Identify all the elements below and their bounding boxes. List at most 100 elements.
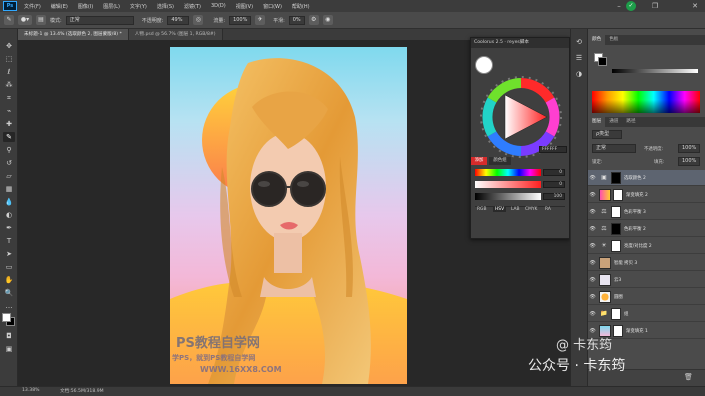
layer-mask-thumbnail[interactable]: [611, 171, 621, 184]
airbrush-icon[interactable]: ✈: [255, 15, 266, 25]
brightness-bar[interactable]: [612, 69, 698, 73]
mode-cmyk[interactable]: CMYK: [525, 207, 537, 212]
layer-kind-filter[interactable]: ρ类型: [592, 130, 622, 139]
brightness-value[interactable]: 100: [543, 193, 565, 200]
shape-tool-icon[interactable]: ▭: [3, 262, 15, 272]
history-panel-icon[interactable]: ⟲: [573, 37, 585, 47]
history-brush-tool-icon[interactable]: ↺: [3, 158, 15, 168]
healing-tool-icon[interactable]: ✚: [3, 119, 15, 129]
mode-lab[interactable]: LAB: [511, 207, 520, 212]
layer-row[interactable]: 👁 ⚖ 色彩平衡 3: [588, 204, 705, 220]
fill-input[interactable]: 100%: [678, 157, 700, 166]
tab-paths[interactable]: 路径: [622, 117, 639, 127]
menu-view[interactable]: 视图(V): [231, 3, 258, 10]
properties-panel-icon[interactable]: ☰: [573, 53, 585, 63]
mode-hsv[interactable]: HSV: [493, 207, 507, 212]
mode-select[interactable]: 正常: [65, 15, 134, 25]
visibility-eye-icon[interactable]: 👁: [588, 260, 597, 266]
quick-select-tool-icon[interactable]: ⁂: [3, 80, 15, 90]
brush-panel-icon[interactable]: ▤: [36, 15, 46, 25]
flow-input[interactable]: 100%: [229, 15, 252, 25]
menu-edit[interactable]: 编辑(E): [46, 3, 73, 10]
gradient-tool-icon[interactable]: ▦: [3, 184, 15, 194]
dodge-tool-icon[interactable]: ◐: [3, 210, 15, 220]
layer-row[interactable]: 👁 渐变填充 2: [588, 187, 705, 203]
document-canvas[interactable]: PS教程自学网 学PS，就到PS教程自学网 WWW.16XX8.COM: [170, 47, 407, 384]
brush-size-picker[interactable]: ●▾: [18, 15, 32, 25]
restore-icon[interactable]: ❐: [646, 0, 664, 12]
close-icon[interactable]: ✕: [686, 0, 704, 12]
brightness-slider[interactable]: [475, 193, 541, 200]
layer-row[interactable]: 👁 云3: [588, 272, 705, 288]
clone-stamp-tool-icon[interactable]: ⚲: [3, 145, 15, 155]
pressure-opacity-icon[interactable]: ◎: [193, 15, 204, 25]
menu-3d[interactable]: 3D(D): [206, 3, 231, 9]
crop-tool-icon[interactable]: ⌗: [3, 93, 15, 103]
path-select-tool-icon[interactable]: ➤: [3, 249, 15, 259]
visibility-eye-icon[interactable]: 👁: [588, 175, 597, 181]
menu-image[interactable]: 图像(I): [73, 3, 98, 10]
layer-row[interactable]: 👁 圆圈: [588, 289, 705, 305]
saturation-value[interactable]: 0: [543, 181, 565, 188]
hand-tool-icon[interactable]: ✋: [3, 275, 15, 285]
hue-slider[interactable]: [475, 169, 541, 176]
mode-rgb[interactable]: RGB: [477, 207, 486, 212]
lasso-tool-icon[interactable]: ℓ: [3, 67, 15, 77]
visibility-eye-icon[interactable]: 👁: [588, 243, 597, 249]
blur-tool-icon[interactable]: 💧: [3, 197, 15, 207]
pressure-size-icon[interactable]: ◉: [322, 15, 333, 25]
menu-select[interactable]: 选择(S): [152, 3, 179, 10]
quick-mask-icon[interactable]: ◘: [3, 331, 15, 341]
tab-color[interactable]: 颜色: [588, 35, 606, 45]
tab-channels[interactable]: 通道: [605, 117, 622, 127]
pen-tool-icon[interactable]: ✒: [3, 223, 15, 233]
visibility-eye-icon[interactable]: 👁: [588, 209, 597, 215]
adjustments-panel-icon[interactable]: ◑: [573, 69, 585, 79]
opacity-input[interactable]: 49%: [167, 15, 190, 25]
brush-preset-icon[interactable]: ✎: [4, 15, 14, 25]
tab-layers[interactable]: 图层: [588, 117, 606, 127]
zoom-tool-icon[interactable]: 🔍: [3, 288, 15, 298]
zoom-level[interactable]: 13.38%: [22, 388, 40, 393]
smoothing-input[interactable]: 0%: [288, 15, 305, 25]
more-tools-icon[interactable]: …: [3, 301, 15, 311]
layer-mask-thumbnail[interactable]: [611, 307, 621, 320]
eyedropper-tool-icon[interactable]: ⌁: [3, 106, 15, 116]
tab-document-1[interactable]: 未标题-1 @ 13.4% (选取颜色 2, 图层蒙版/8) *: [18, 29, 129, 40]
menu-file[interactable]: 文件(F): [19, 3, 46, 10]
menu-filter[interactable]: 滤镜(T): [179, 3, 206, 10]
visibility-eye-icon[interactable]: 👁: [588, 311, 597, 317]
hue-value[interactable]: 0: [543, 169, 565, 176]
saturation-slider[interactable]: [475, 181, 541, 188]
tab-swatches[interactable]: 色板: [605, 35, 622, 45]
visibility-eye-icon[interactable]: 👁: [588, 277, 597, 283]
foreground-color-swatch[interactable]: [2, 313, 11, 322]
eraser-tool-icon[interactable]: ▱: [3, 171, 15, 181]
layer-opacity-input[interactable]: 100%: [678, 144, 700, 153]
tab-document-2[interactable]: 人物.psd @ 56.7% (图层 1, RGB/8#): [128, 29, 223, 40]
panel-background-swatch[interactable]: [598, 57, 607, 66]
menu-layer[interactable]: 图层(L): [98, 3, 125, 10]
color-wheel[interactable]: [477, 60, 565, 160]
screen-mode-icon[interactable]: ▣: [3, 344, 15, 354]
move-tool-icon[interactable]: ✥: [3, 41, 15, 51]
visibility-eye-icon[interactable]: 👁: [588, 328, 597, 334]
visibility-eye-icon[interactable]: 👁: [588, 294, 597, 300]
layer-mask-thumbnail[interactable]: [611, 205, 621, 218]
layer-mask-thumbnail[interactable]: [611, 239, 621, 252]
layer-mask-thumbnail[interactable]: [613, 188, 623, 201]
blend-mode-select[interactable]: 正常: [592, 144, 636, 153]
hex-input[interactable]: FFFFFF: [539, 146, 567, 153]
type-tool-icon[interactable]: T: [3, 236, 15, 246]
gear-icon[interactable]: ⚙: [308, 15, 319, 25]
color-spectrum[interactable]: [592, 91, 700, 113]
color-group-button[interactable]: 颜色组: [489, 157, 511, 165]
layer-row[interactable]: 👁 智能 拷贝 3: [588, 255, 705, 271]
layer-row[interactable]: 👁 📁 组: [588, 306, 705, 322]
trash-icon[interactable]: 🗑: [684, 373, 693, 381]
menu-window[interactable]: 窗口(W): [258, 3, 287, 10]
layer-row[interactable]: 👁 ⚖ 色彩平衡 2: [588, 221, 705, 237]
menu-type[interactable]: 文字(Y): [125, 3, 152, 10]
mode-ra[interactable]: RA: [545, 207, 551, 212]
marquee-tool-icon[interactable]: ⬚: [3, 54, 15, 64]
